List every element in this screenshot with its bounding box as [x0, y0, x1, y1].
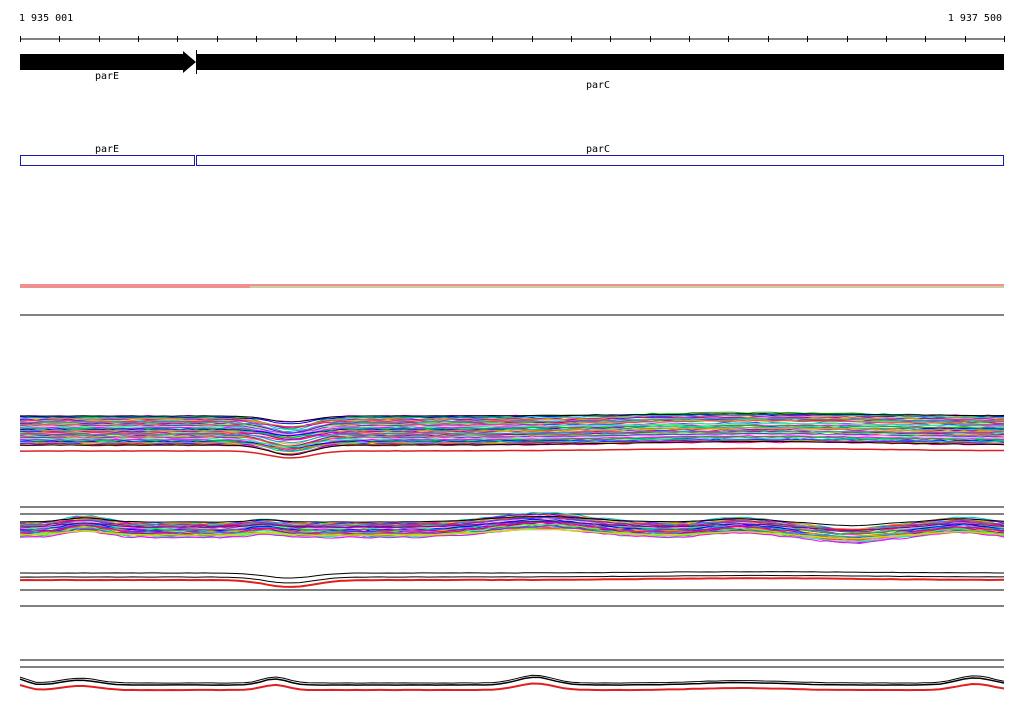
- track-separators-2: [20, 506, 1004, 515]
- track-separators-3: [20, 589, 1004, 668]
- alignment-track-1: [19, 411, 1005, 459]
- alignment-track-2: [19, 511, 1005, 545]
- cds-track: [20, 155, 1004, 166]
- gene-track: [20, 50, 1004, 74]
- alignment-line-red: [20, 447, 1004, 459]
- cds-box-parC[interactable]: [196, 155, 1004, 166]
- cds-box-parE[interactable]: [20, 155, 195, 166]
- tracks-canvas: [19, 36, 1005, 692]
- summary-track-2: [19, 674, 1005, 692]
- gene-bar-parC[interactable]: [197, 54, 1004, 70]
- gene-arrow-parE[interactable]: [20, 51, 196, 73]
- summary-line-black: [19, 676, 1005, 686]
- summary-line-red: [19, 577, 1005, 588]
- summary-track-1: [19, 571, 1005, 588]
- coordinate-ruler: [20, 36, 1005, 42]
- genome-browser-view: 1 935 001 1 937 500 parE parC parE parC: [0, 0, 1024, 714]
- reference-track: [20, 284, 1004, 316]
